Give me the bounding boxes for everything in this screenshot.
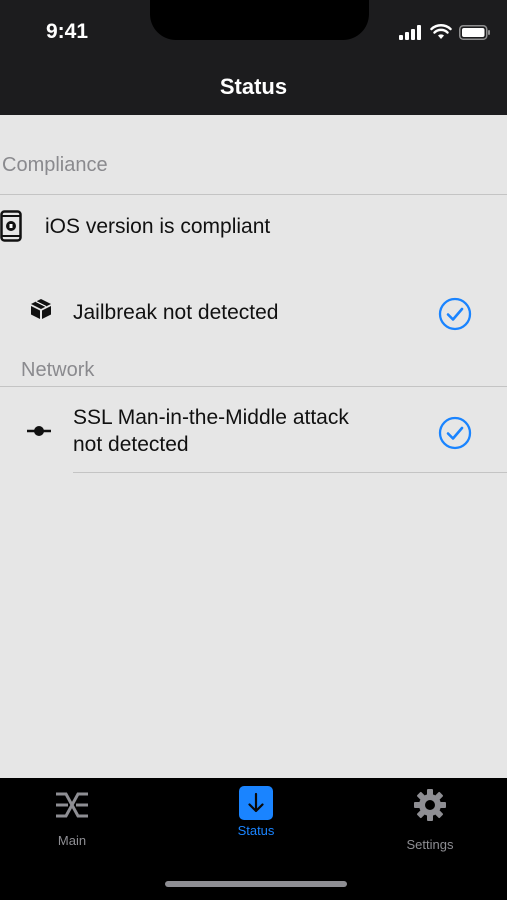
ssl-mitm-label-line1: SSL Man-in-the-Middle attack	[73, 406, 349, 429]
main-logo-icon	[56, 792, 88, 818]
network-node-icon	[27, 426, 51, 436]
phone-lock-icon	[0, 210, 22, 242]
tab-main[interactable]: Main	[36, 790, 108, 848]
tab-status[interactable]: Status	[216, 786, 296, 838]
jailbreak-label: Jailbreak not detected	[73, 301, 279, 324]
page-title: Status	[219, 74, 288, 99]
section-header-compliance: Compliance	[2, 154, 108, 176]
section-divider	[0, 194, 507, 195]
download-arrow-icon	[239, 786, 273, 820]
device-notch	[150, 0, 369, 40]
status-bar-time: 9:41	[46, 20, 89, 43]
checkmark-circle-icon	[438, 297, 472, 331]
signal-icon	[399, 24, 421, 40]
tab-settings-label: Settings	[406, 837, 454, 852]
ios-version-label: iOS version is compliant	[45, 215, 271, 238]
row-divider	[73, 472, 507, 473]
battery-icon	[459, 24, 490, 40]
section-divider	[0, 386, 507, 387]
status-bar-icons	[399, 24, 491, 40]
tab-settings[interactable]: Settings	[390, 788, 470, 852]
home-indicator	[165, 881, 347, 887]
section-header-network: Network	[21, 359, 95, 381]
wifi-icon	[430, 24, 452, 39]
tab-main-label: Main	[57, 833, 87, 848]
gear-icon	[414, 789, 446, 821]
navigation-header: 9:41 Status	[0, 0, 507, 115]
ssl-mitm-label-line2: not detected	[73, 433, 189, 456]
checkmark-circle-icon	[438, 416, 472, 450]
tab-bar: Main Status Settings	[0, 778, 507, 900]
box-icon	[31, 299, 51, 319]
tab-status-label: Status	[237, 823, 275, 838]
